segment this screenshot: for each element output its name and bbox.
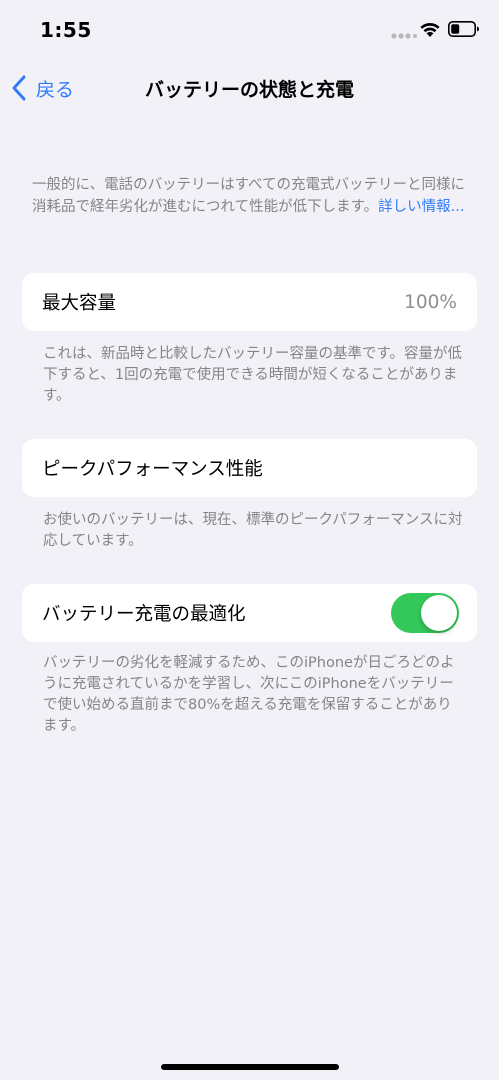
optimized-charging-footnote: バッテリーの劣化を軽減するため、このiPhoneが日ごろどのように充電されている… xyxy=(43,655,455,734)
optimized-charging-toggle[interactable] xyxy=(391,593,459,633)
status-bar: 1:55 xyxy=(0,0,499,60)
max-capacity-value: 100% xyxy=(404,291,457,313)
home-indicator[interactable] xyxy=(161,1064,339,1070)
wifi-icon xyxy=(420,23,440,37)
peak-performance-footnote: お使いのバッテリーは、現在、標準のピークパフォーマンスに対応しています。 xyxy=(43,512,463,549)
signal-dots-icon xyxy=(391,33,417,39)
max-capacity-footnote: これは、新品時と比較したバッテリー容量の基準です。容量が低下すると、1回の充電で… xyxy=(43,346,463,404)
chevron-left-icon xyxy=(12,75,26,101)
navigation-bar: 戻る バッテリーの状態と充電 xyxy=(0,60,499,116)
optimized-charging-row: バッテリー充電の最適化 xyxy=(22,584,477,642)
learn-more-link[interactable]: 詳しい情報... xyxy=(378,199,464,215)
intro-text: 一般的に、電話のバッテリーはすべての充電式バッテリーと同様に消耗品で経年劣化が進… xyxy=(32,174,470,218)
battery-icon xyxy=(448,21,479,37)
back-button[interactable]: 戻る xyxy=(10,72,74,104)
max-capacity-label: 最大容量 xyxy=(42,293,117,314)
back-label: 戻る xyxy=(36,78,75,101)
peak-performance-row: ピークパフォーマンス性能 xyxy=(22,439,477,497)
peak-performance-label: ピークパフォーマンス性能 xyxy=(42,459,263,480)
toggle-knob xyxy=(421,595,457,631)
max-capacity-row: 最大容量 100% xyxy=(22,273,477,331)
page-title: バッテリーの状態と充電 xyxy=(144,79,354,101)
status-time: 1:55 xyxy=(40,18,92,42)
optimized-charging-label: バッテリー充電の最適化 xyxy=(42,604,246,625)
